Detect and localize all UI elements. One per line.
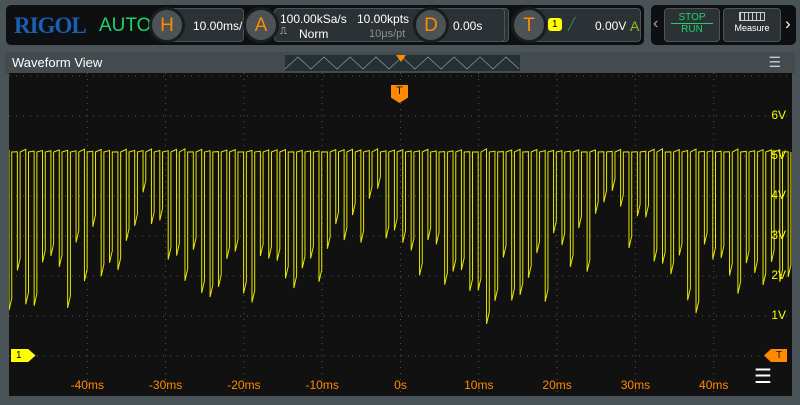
- trigger-status: AUTO: [99, 15, 151, 37]
- memory-overview[interactable]: [285, 55, 520, 71]
- x-tick-label: -20ms: [224, 378, 264, 392]
- waveform-display[interactable]: [9, 73, 792, 396]
- rigol-logo: RIGOL: [14, 13, 86, 39]
- sample-rate: 100.00kSa/s: [280, 12, 347, 26]
- horizontal-button[interactable]: H: [149, 7, 185, 43]
- memory-depth: 10.00kpts: [357, 12, 409, 26]
- x-tick-label: 0s: [381, 378, 421, 392]
- x-tick-label: -10ms: [302, 378, 342, 392]
- stop-label: STOP: [671, 12, 713, 24]
- view-title: Waveform View: [12, 55, 102, 70]
- status-bar: RIGOL AUTO 10.00ms/ H 100.00kSa/s 10.00k…: [6, 5, 644, 45]
- measure-button[interactable]: Measure: [723, 8, 781, 42]
- trigger-box[interactable]: 1 ╱ 0.00V A: [531, 8, 641, 42]
- y-tick-label: 1V: [771, 308, 786, 322]
- trigger-button[interactable]: T: [511, 7, 547, 43]
- y-tick-label: 4V: [771, 188, 786, 202]
- waveform-svg: [9, 73, 792, 396]
- delay-button[interactable]: D: [413, 7, 449, 43]
- x-tick-label: 20ms: [537, 378, 577, 392]
- pulse-icon: ⎍: [280, 26, 287, 37]
- measure-label: Measure: [724, 23, 780, 33]
- trigger-level: 0.00V: [595, 19, 626, 33]
- chevron-left-icon[interactable]: ‹: [653, 15, 658, 33]
- y-tick-label: 2V: [771, 268, 786, 282]
- acquire-button[interactable]: A: [243, 7, 279, 43]
- delay-value: 0.00s: [453, 19, 482, 33]
- x-tick-label: 30ms: [615, 378, 655, 392]
- channel1-trace: [9, 149, 791, 324]
- x-tick-label: 10ms: [459, 378, 499, 392]
- menu-icon[interactable]: ☰: [768, 54, 781, 71]
- trigger-sweep: A: [630, 18, 639, 34]
- sample-interval: 10μs/pt: [369, 28, 405, 40]
- run-label: RUN: [665, 24, 719, 35]
- trigger-source-badge: 1: [548, 18, 562, 31]
- timebase-value: 10.00ms/: [193, 19, 242, 33]
- y-tick-label: 5V: [771, 148, 786, 162]
- rising-edge-icon: ╱: [568, 17, 575, 31]
- x-tick-label: -30ms: [146, 378, 186, 392]
- quick-panel: ‹ STOP RUN Measure ›: [651, 5, 796, 45]
- waveform-view-header: Waveform View ☰: [5, 52, 795, 74]
- collapse-menu-icon[interactable]: ☰: [754, 364, 772, 389]
- acquire-mode: Norm: [299, 27, 328, 41]
- ruler-icon: [739, 12, 765, 21]
- y-tick-label: 6V: [771, 108, 786, 122]
- chevron-right-icon[interactable]: ›: [785, 14, 791, 34]
- stop-run-button[interactable]: STOP RUN: [664, 8, 720, 42]
- x-tick-label: -40ms: [67, 378, 107, 392]
- y-tick-label: 3V: [771, 228, 786, 242]
- x-tick-label: 40ms: [694, 378, 734, 392]
